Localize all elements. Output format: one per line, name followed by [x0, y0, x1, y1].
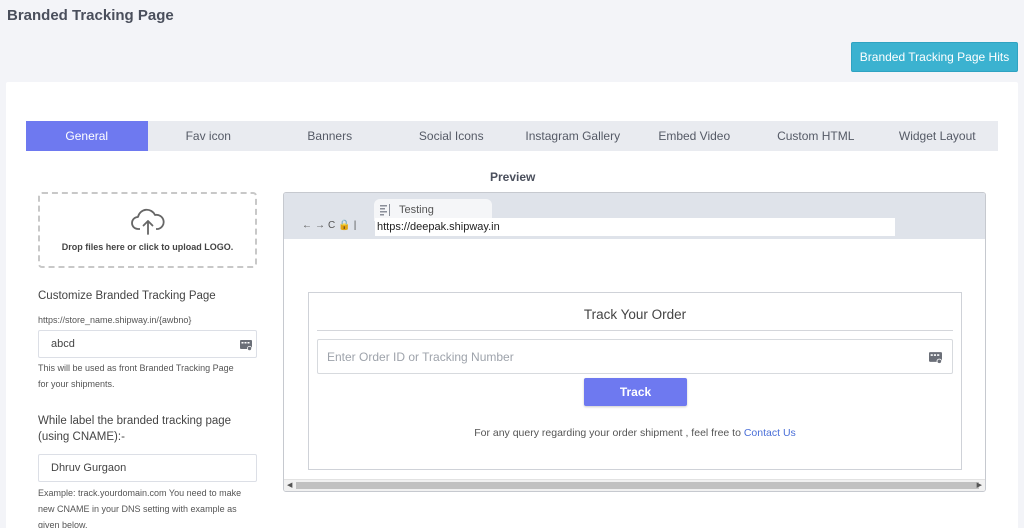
- customize-slug-value: abcd: [51, 338, 75, 350]
- tab-fav-icon[interactable]: Fav icon: [148, 121, 270, 151]
- scroll-left-icon[interactable]: ◀: [287, 480, 292, 491]
- forward-arrow-icon: →: [315, 220, 328, 231]
- cname-input[interactable]: Dhruv Gurgaon: [38, 454, 257, 482]
- tab-custom-html[interactable]: Custom HTML: [755, 121, 877, 151]
- tab-bar: General Fav icon Banners Social Icons In…: [26, 121, 998, 151]
- tab-instagram-gallery[interactable]: Instagram Gallery: [512, 121, 634, 151]
- tracking-number-input[interactable]: Enter Order ID or Tracking Number: [317, 339, 953, 374]
- browser-tab-title: Testing: [399, 204, 434, 216]
- cname-value: Dhruv Gurgaon: [51, 462, 127, 474]
- track-button[interactable]: Track: [584, 378, 687, 406]
- scrollbar-thumb[interactable]: [296, 482, 979, 489]
- track-title: Track Your Order: [583, 307, 687, 322]
- horizontal-scrollbar[interactable]: ◀ ▶: [284, 479, 985, 491]
- tab-social-icons[interactable]: Social Icons: [391, 121, 513, 151]
- browser-preview: Testing ←→C🔒| https://deepak.shipway.in …: [283, 192, 986, 492]
- preview-title: Preview: [490, 170, 536, 184]
- cname-help-line-1: Example: track.yourdomain.com You need t…: [38, 488, 242, 498]
- customize-help-line-2: for your shipments.: [38, 379, 115, 389]
- browser-url-bar: https://deepak.shipway.in: [375, 218, 895, 236]
- scroll-right-icon[interactable]: ▶: [977, 480, 982, 491]
- browser-chrome: Testing ←→C🔒| https://deepak.shipway.in: [284, 193, 985, 239]
- cname-label-line-2: (using CNAME):-: [38, 431, 125, 443]
- track-order-widget: Track Your Order Enter Order ID or Track…: [308, 292, 962, 470]
- tracking-number-placeholder: Enter Order ID or Tracking Number: [327, 349, 514, 364]
- card-icon: [240, 340, 252, 351]
- query-message: For any query regarding your order shipm…: [474, 427, 744, 439]
- tab-banners[interactable]: Banners: [269, 121, 391, 151]
- cname-help-line-2: new CNAME in your DNS setting with examp…: [38, 504, 237, 514]
- cname-label-line-1: While label the branded tracking page: [38, 415, 232, 427]
- logo-dropzone[interactable]: Drop files here or click to upload LOGO.: [38, 192, 257, 268]
- page-title: Branded Tracking Page: [7, 7, 174, 24]
- customize-label: Customize Branded Tracking Page: [38, 290, 216, 302]
- customize-slug-input[interactable]: abcd: [38, 330, 257, 358]
- card-icon: [929, 352, 942, 364]
- tab-embed-video[interactable]: Embed Video: [634, 121, 756, 151]
- query-text: For any query regarding your order shipm…: [309, 427, 961, 439]
- favicon-icon: [380, 204, 390, 216]
- reload-icon: C: [328, 220, 339, 231]
- contact-us-link[interactable]: Contact Us: [744, 427, 796, 439]
- dropzone-text: Drop files here or click to upload LOGO.: [61, 242, 234, 252]
- cloud-upload-icon: [130, 208, 165, 235]
- url-divider: |: [353, 220, 360, 231]
- tab-general[interactable]: General: [26, 121, 148, 151]
- tab-widget-layout[interactable]: Widget Layout: [877, 121, 999, 151]
- back-arrow-icon: ←: [302, 220, 315, 231]
- customize-help-line-1: This will be used as front Branded Track…: [38, 363, 234, 373]
- branded-tracking-hits-button[interactable]: Branded Tracking Page Hits: [851, 42, 1018, 72]
- customize-url-hint: https://store_name.shipway.in/{awbno}: [38, 315, 192, 325]
- track-divider: [317, 330, 953, 331]
- lock-icon: 🔒: [338, 220, 354, 231]
- cname-help-line-3: given below.: [38, 520, 88, 528]
- browser-nav-icons: ←→C🔒|: [302, 220, 359, 231]
